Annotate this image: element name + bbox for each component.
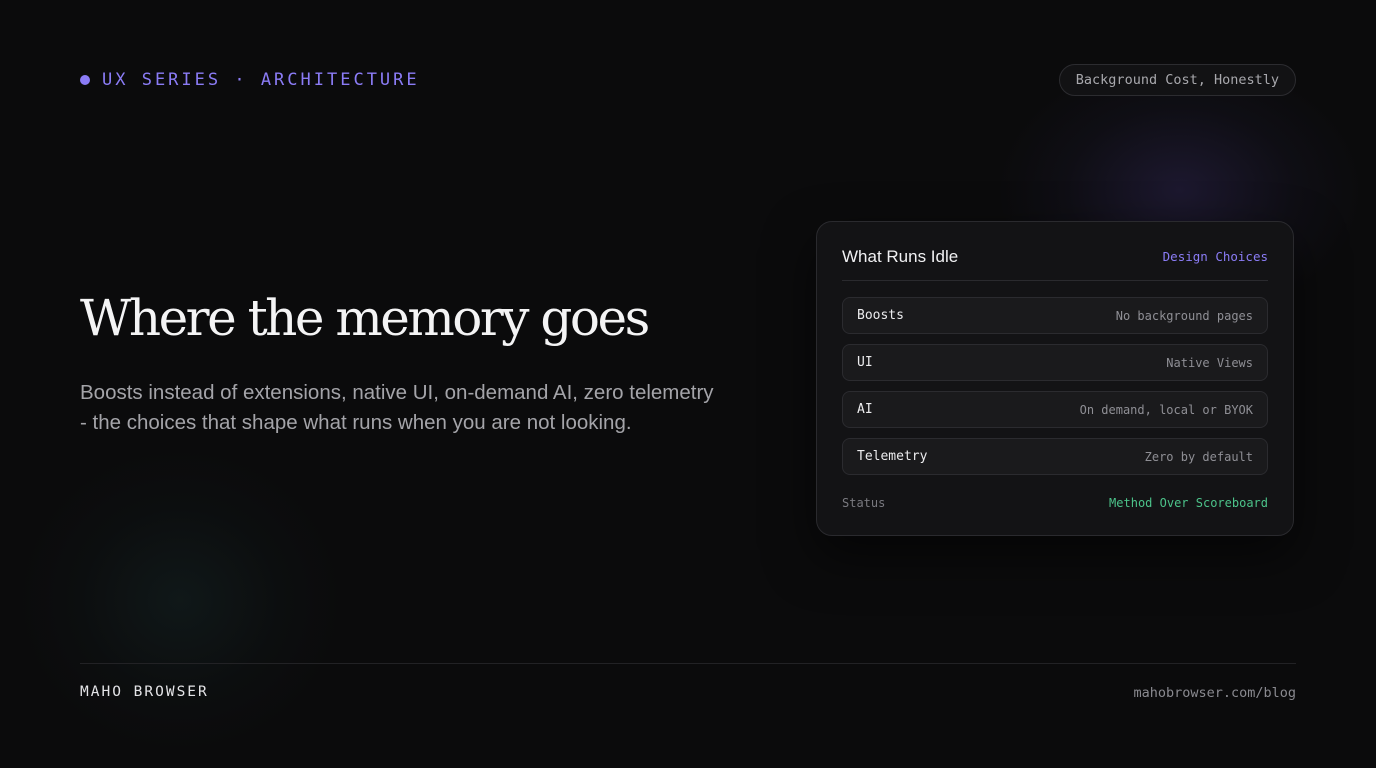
row-label: Boosts	[857, 308, 904, 323]
card-tag: Design Choices	[1162, 249, 1268, 264]
idle-summary-card: What Runs Idle Design Choices Boosts No …	[816, 221, 1294, 536]
row-value: On demand, local or BYOK	[1079, 402, 1253, 417]
row-label: AI	[857, 402, 873, 417]
page-subtitle: Boosts instead of extensions, native UI,…	[80, 381, 714, 434]
status-badge: Method Over Scoreboard	[1109, 496, 1268, 510]
footer-divider	[80, 663, 1296, 664]
header-pill: Background Cost, Honestly	[1058, 64, 1296, 96]
row-value: Zero by default	[1144, 449, 1253, 464]
row-label: UI	[857, 355, 873, 370]
eyebrow: UX SERIES · ARCHITECTURE	[80, 68, 420, 92]
blog-link[interactable]: mahobrowser.com/blog	[1133, 685, 1296, 701]
eyebrow-text: UX SERIES · ARCHITECTURE	[102, 70, 420, 90]
brand-name: MAHO BROWSER	[80, 684, 209, 700]
card-row-boosts: Boosts No background pages	[842, 297, 1268, 334]
card-footer: Status Method Over Scoreboard	[842, 496, 1268, 510]
card-row-ai: AI On demand, local or BYOK	[842, 391, 1268, 428]
row-label: Telemetry	[857, 449, 928, 464]
card-title: What Runs Idle	[842, 247, 959, 266]
card-rows: Boosts No background pages UI Native Vie…	[842, 297, 1268, 485]
eyebrow-dot-icon	[80, 75, 90, 85]
card-header: What Runs Idle Design Choices	[842, 244, 1268, 281]
card-row-telemetry: Telemetry Zero by default	[842, 438, 1268, 475]
card-row-ui: UI Native Views	[842, 344, 1268, 381]
background-glow-teal	[20, 450, 340, 750]
row-value: No background pages	[1115, 308, 1253, 323]
status-label: Status	[842, 496, 886, 510]
row-value: Native Views	[1166, 355, 1253, 370]
page-title: Where the memory goes	[80, 289, 650, 347]
